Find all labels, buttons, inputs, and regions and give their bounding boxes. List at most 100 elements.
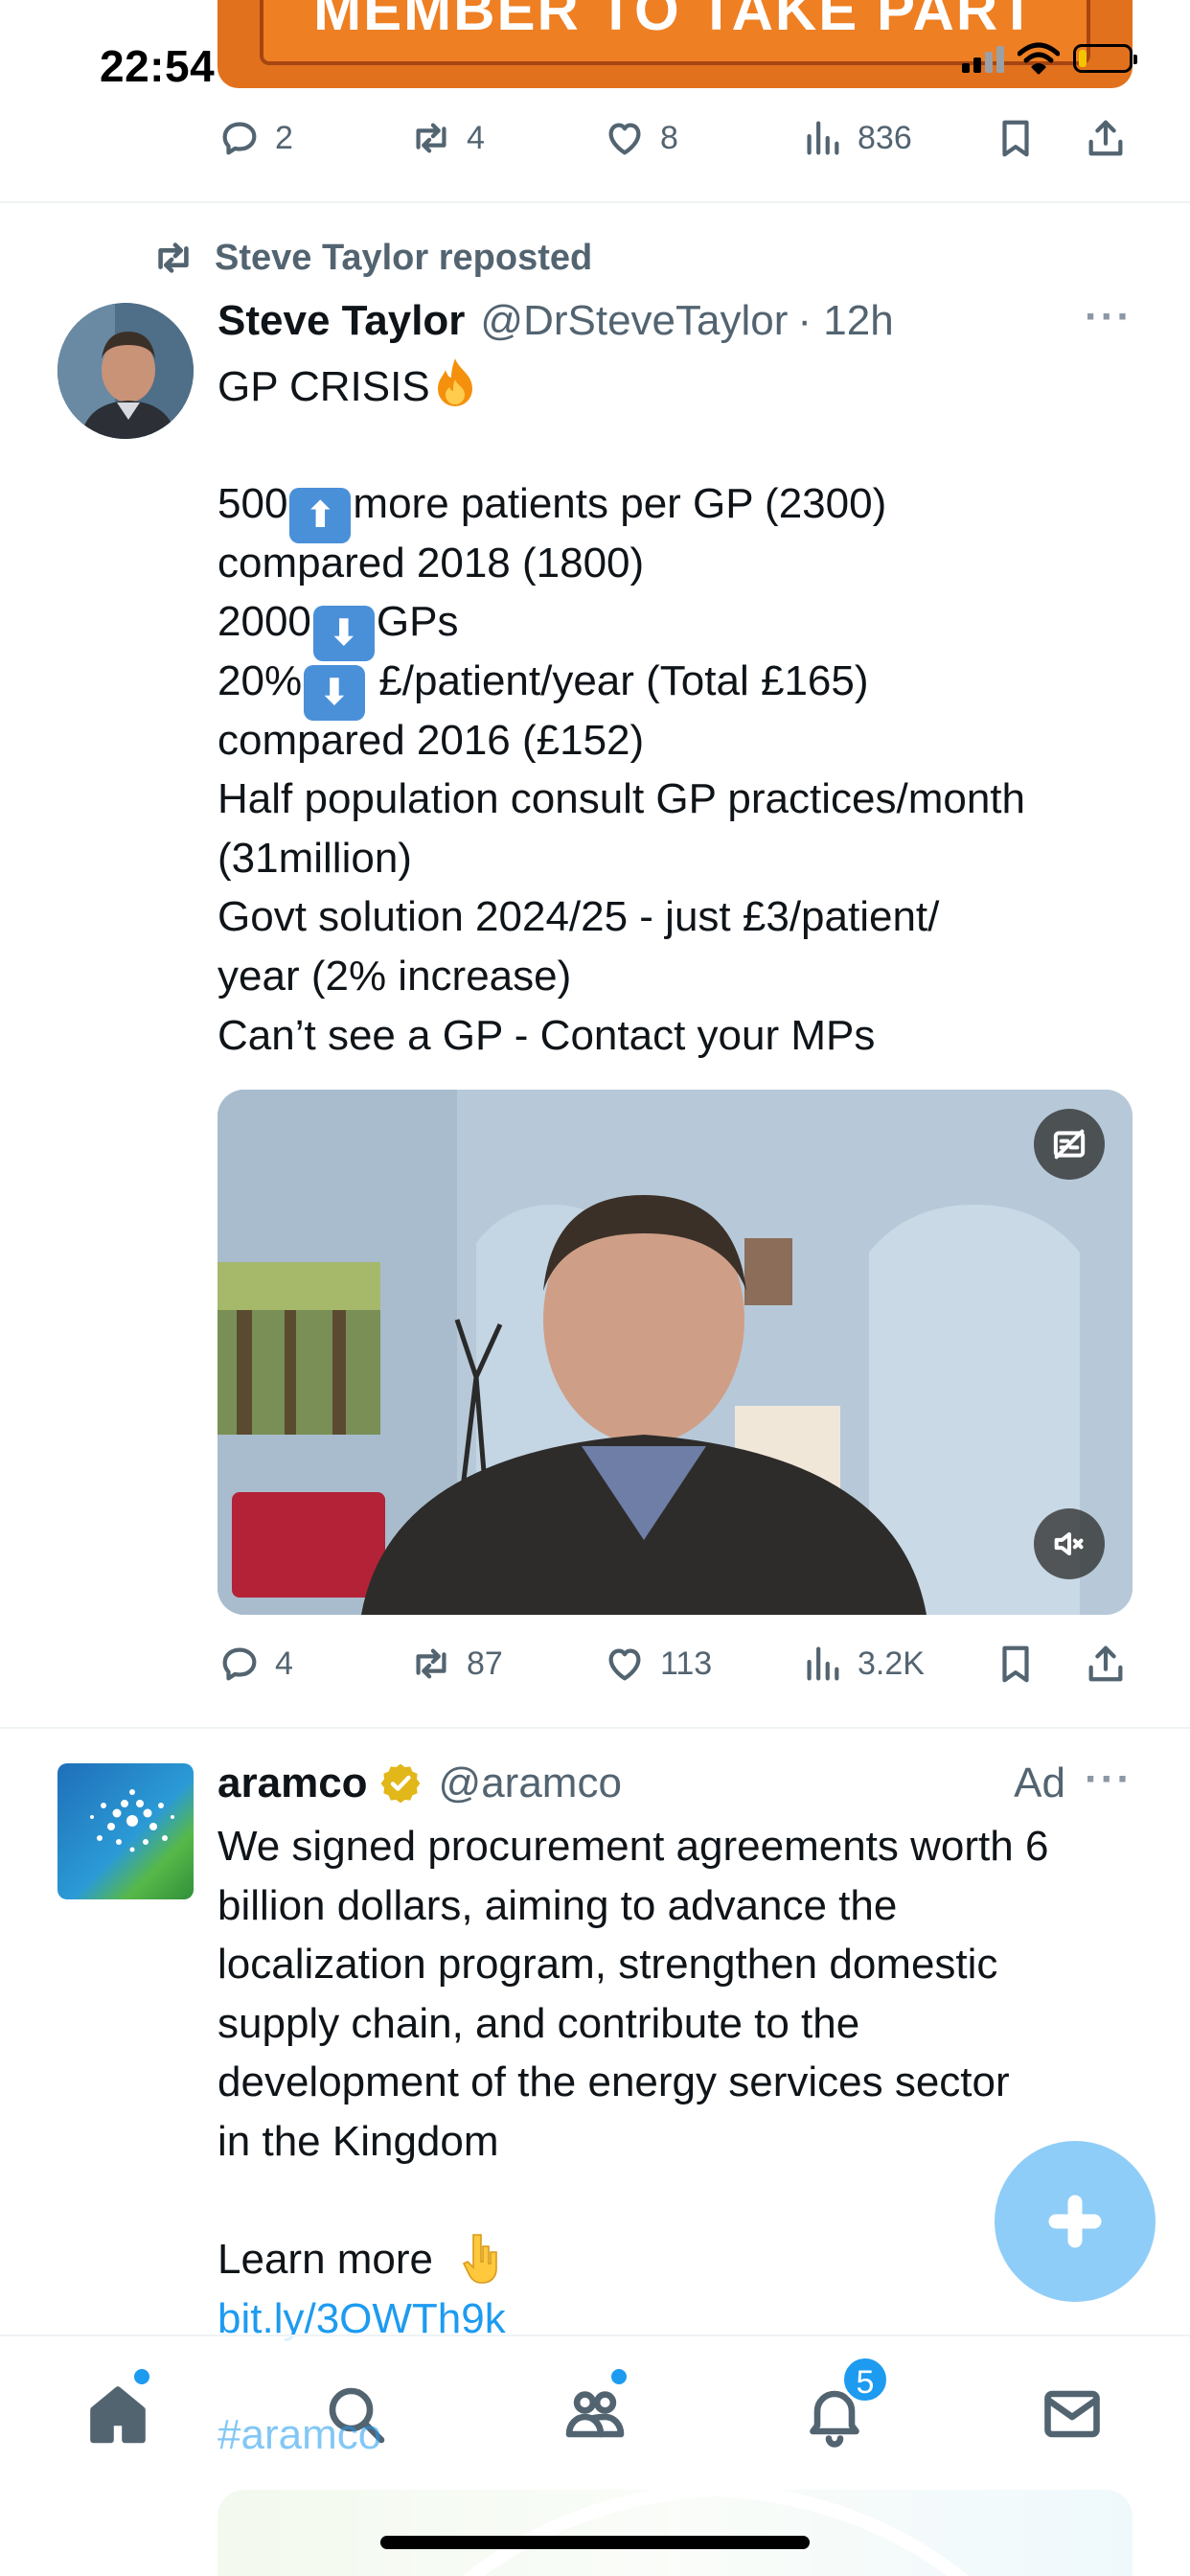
tweet-video[interactable] — [217, 1090, 1133, 1615]
reply-button[interactable]: 4 — [217, 1642, 293, 1686]
communities-unread-dot — [611, 2369, 627, 2384]
ad-line-5: development of the energy services secto… — [217, 2058, 1010, 2106]
author-name[interactable]: Steve Taylor — [217, 297, 465, 345]
repost-button[interactable]: 4 — [409, 116, 485, 160]
like-button[interactable]: 8 — [603, 116, 678, 160]
ad-line-4: supply chain, and contribute to the — [217, 1999, 860, 2047]
feed-divider — [0, 1727, 1190, 1729]
tweet-time: · 12h — [797, 297, 894, 344]
views-button[interactable]: 3.2K — [800, 1642, 925, 1686]
volume-muted-icon — [1054, 1532, 1084, 1555]
tweet-line-1: GP CRISIS — [217, 363, 430, 410]
nav-home[interactable] — [75, 2371, 161, 2457]
author-handle[interactable]: @DrSteveTaylor — [480, 297, 788, 345]
fire-emoji-icon — [437, 358, 472, 406]
home-icon — [90, 2386, 146, 2444]
avatar[interactable] — [57, 303, 194, 439]
video-frame — [217, 1090, 1133, 1615]
mute-button[interactable] — [1034, 1508, 1105, 1579]
views-button[interactable]: 836 — [800, 116, 912, 160]
ad-line-2: billion dollars, aiming to advance the — [217, 1881, 898, 1929]
repost-count: 4 — [467, 119, 485, 156]
ad-label: Ad — [1014, 1760, 1065, 1806]
tweet-line-3: compared 2018 (1800) — [217, 539, 645, 586]
ad-line-1: We signed procurement agreements worth 6 — [217, 1823, 1049, 1870]
more-options-icon[interactable]: ··· — [1085, 1756, 1133, 1804]
aramco-avatar[interactable] — [57, 1763, 194, 1899]
plus-icon — [1048, 2195, 1102, 2248]
wifi-icon — [1018, 42, 1060, 75]
more-options-icon[interactable]: ··· — [1085, 293, 1133, 341]
bookmark-icon — [1002, 1645, 1029, 1683]
compose-button[interactable] — [995, 2141, 1156, 2302]
bookmark-icon — [1002, 120, 1029, 157]
ad-author-handle[interactable]: @aramco — [439, 1760, 622, 1807]
previous-tweet-actions: 2 4 8 836 — [217, 109, 1137, 167]
tweet-line-11: Can’t see a GP - Contact your MPs — [217, 1011, 876, 1059]
repost-label: Steve Taylor reposted — [215, 237, 593, 278]
status-bar: 22:54 — [0, 0, 1190, 96]
share-button[interactable] — [1084, 1642, 1128, 1686]
ad-author-name[interactable]: aramco — [217, 1760, 368, 1807]
tweet-line-8: (31million) — [217, 834, 412, 882]
ad-hashtag[interactable]: #aramco — [217, 2411, 381, 2459]
heart-icon — [608, 1648, 641, 1681]
mail-icon — [1044, 2390, 1100, 2438]
tweet-actions: 4 87 113 3.2K — [217, 1635, 1137, 1692]
share-icon — [1088, 120, 1123, 156]
heart-icon — [608, 123, 641, 155]
nav-messages[interactable] — [1029, 2371, 1115, 2457]
views-icon — [807, 1646, 839, 1681]
home-indicator[interactable] — [380, 2536, 810, 2549]
reply-count: 4 — [275, 1644, 293, 1682]
share-icon — [1088, 1645, 1123, 1682]
cellular-signal-icon — [962, 44, 1004, 73]
reply-count: 2 — [275, 119, 293, 156]
repost-icon — [416, 1648, 446, 1679]
tweet-line-10: year (2% increase) — [217, 952, 572, 1000]
pointing-down-emoji-icon — [463, 2234, 498, 2284]
ad-line-3: localization program, strengthen domesti… — [217, 1941, 998, 1989]
like-count: 8 — [660, 119, 678, 156]
communities-icon — [565, 2391, 625, 2438]
repost-icon — [158, 242, 189, 273]
tweet-line-2b: more patients per GP (2300) — [353, 480, 887, 528]
avatar-image — [57, 303, 194, 439]
notifications-badge: 5 — [841, 2356, 889, 2404]
tweet-line-9: Govt solution 2024/25 - just £3/patient/ — [217, 893, 940, 941]
tweet-line-7: Half population consult GP practices/mon… — [217, 775, 1025, 823]
view-count: 3.2K — [858, 1644, 925, 1682]
home-unread-dot — [134, 2369, 149, 2384]
tweet-line-6: compared 2016 (£152) — [217, 716, 645, 764]
status-time: 22:54 — [100, 41, 216, 91]
tweet-text: GP CRISIS 500 ⬆ more patients per GP (2300… — [217, 356, 1137, 1065]
ad-line-6: in the Kingdom — [217, 2117, 499, 2165]
tweet-line-4b: GPs — [376, 598, 459, 646]
nav-communities[interactable] — [552, 2371, 638, 2457]
ad-tweet-header: aramco @aramco — [217, 1760, 622, 1807]
tweet-line-5a: 20% — [217, 656, 303, 704]
battery-icon — [1073, 44, 1137, 73]
share-button[interactable] — [1084, 116, 1128, 160]
bookmark-button[interactable] — [994, 1642, 1038, 1686]
repost-icon — [416, 123, 446, 153]
captions-off-icon — [1053, 1129, 1086, 1160]
tweet-line-2a: 500 — [217, 480, 288, 528]
like-button[interactable]: 113 — [603, 1642, 712, 1686]
bookmark-button[interactable] — [994, 116, 1038, 160]
repost-count: 87 — [467, 1644, 503, 1682]
repost-button[interactable]: 87 — [409, 1642, 503, 1686]
learn-more-text: Learn more — [217, 2236, 434, 2284]
view-count: 836 — [858, 119, 912, 156]
ad-tweet-text: We signed procurement agreements worth 6… — [217, 1817, 1137, 2348]
reply-button[interactable]: 2 — [217, 116, 293, 160]
reply-icon — [222, 1647, 257, 1681]
captions-button[interactable] — [1034, 1109, 1105, 1180]
like-count: 113 — [660, 1644, 713, 1682]
aramco-logo-icon — [57, 1763, 194, 1899]
repost-indicator[interactable]: Steve Taylor reposted — [151, 236, 592, 280]
status-icons — [962, 42, 1137, 75]
views-icon — [807, 121, 839, 155]
tweet-line-4a: 2000 — [217, 598, 311, 646]
feed-divider — [0, 201, 1190, 203]
